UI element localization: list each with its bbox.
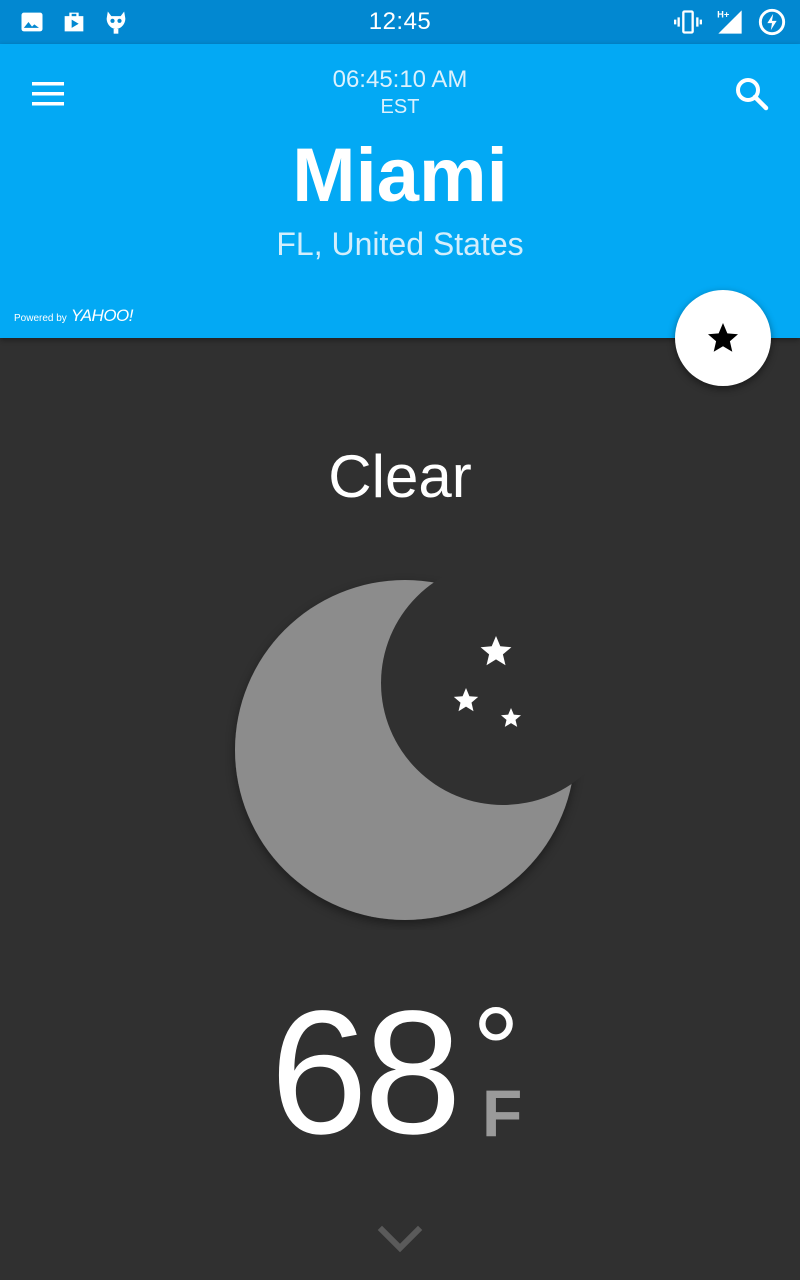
moon-stars-icon xyxy=(235,580,575,920)
powered-by-yahoo: Powered by YAHOO! xyxy=(14,306,134,326)
yahoo-logo: YAHOO! xyxy=(70,306,134,325)
vibrate-icon xyxy=(674,10,702,34)
svg-text:H+: H+ xyxy=(717,9,730,19)
chevron-down-icon[interactable] xyxy=(376,1222,424,1256)
city-name: Miami xyxy=(292,133,508,218)
status-bar-right-icons: H+ xyxy=(674,8,786,36)
powered-by-label: Powered by xyxy=(14,313,67,324)
status-bar: 12:45 H+ xyxy=(0,0,800,44)
signal-hplus-icon: H+ xyxy=(717,9,742,34)
timezone-label: EST xyxy=(380,96,420,118)
battery-charging-icon xyxy=(758,8,786,36)
search-icon[interactable] xyxy=(730,72,774,116)
location-header: 06:45:10 AM EST Miami FL, United States … xyxy=(0,44,800,338)
temperature-value: 68 xyxy=(270,975,462,1171)
weather-condition: Clear xyxy=(328,443,472,510)
temperature-unit[interactable]: F xyxy=(482,1080,522,1146)
local-time: 06:45:10 AM xyxy=(332,66,468,93)
favorite-button[interactable] xyxy=(675,290,771,386)
star-icon xyxy=(708,323,738,352)
region-name: FL, United States xyxy=(276,226,524,262)
